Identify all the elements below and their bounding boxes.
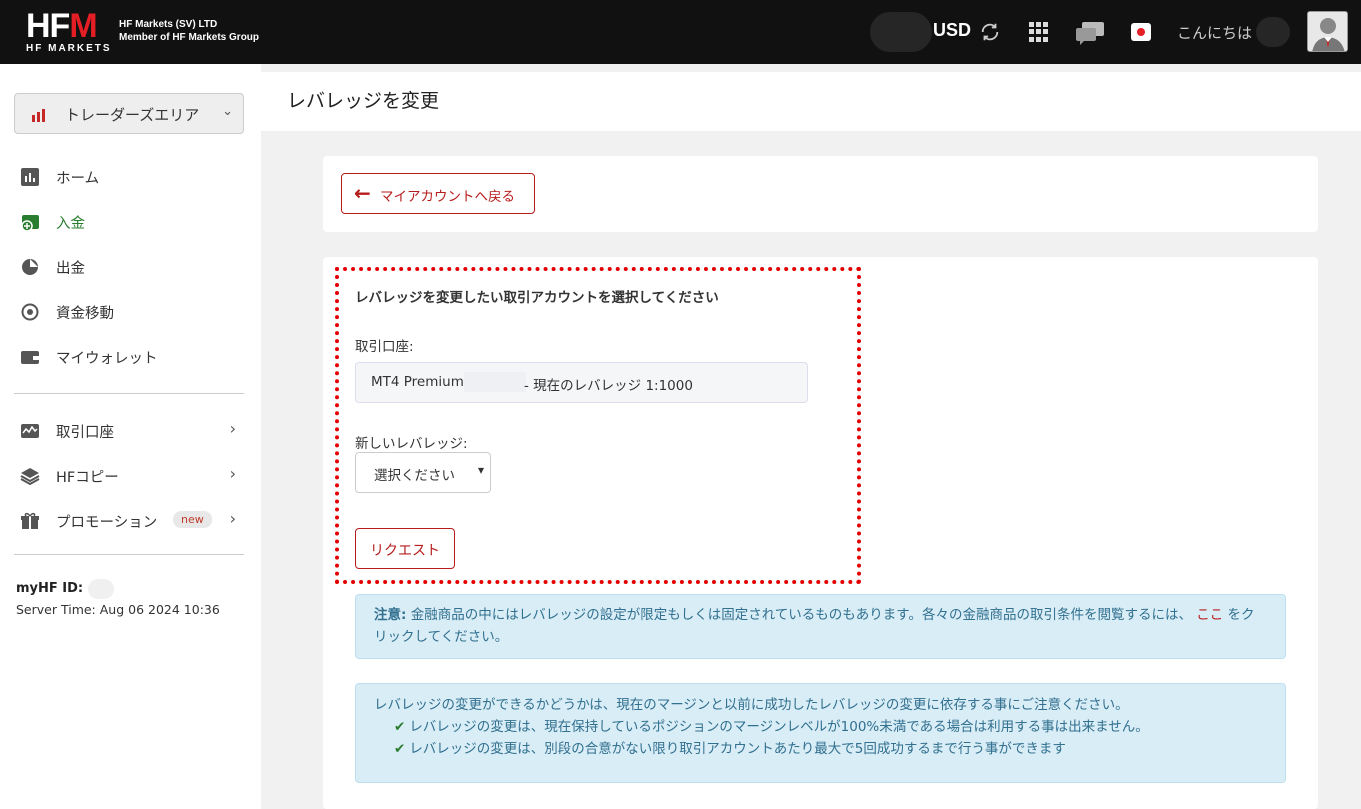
sidebar-divider <box>14 554 244 555</box>
company-info: HF Markets (SV) LTD Member of HF Markets… <box>119 18 259 44</box>
back-button-label: マイアカウントへ戻る <box>380 189 515 205</box>
arrow-left-icon: ← <box>354 181 371 205</box>
leverage-note: 注意: 金融商品の中にはレバレッジの設定が限定もしくは固定されているものもありま… <box>355 594 1286 659</box>
refresh-icon[interactable] <box>979 21 1001 43</box>
apps-grid-icon[interactable] <box>1029 22 1049 42</box>
chat-icon[interactable] <box>1074 20 1106 46</box>
sidebar-item-transfer[interactable]: 資金移動 <box>20 299 244 325</box>
avatar[interactable] <box>1307 11 1348 52</box>
account-field-label: 取引口座: <box>355 339 414 355</box>
sidebar-item-label: 出金 <box>56 261 85 277</box>
myhf-id-label: myHF ID: <box>16 581 84 596</box>
balance-blurred <box>870 12 932 52</box>
sidebar-item-label: プロモーション <box>56 515 158 531</box>
greeting-text: こんにちは <box>1177 24 1253 42</box>
sidebar-item-label: 取引口座 <box>56 425 114 441</box>
company-line2: Member of HF Markets Group <box>119 32 260 43</box>
account-number-masked <box>464 372 526 392</box>
account-field[interactable]: MT4 Premium: - 現在のレバレッジ 1:1000 <box>355 362 808 403</box>
note-bold: 注意: <box>374 607 407 623</box>
check-icon: ✔ <box>394 741 406 757</box>
leverage-select[interactable]: 選択ください ▾ <box>355 452 491 493</box>
condition-text: レバレッジの変更は、現在保持しているポジションのマージンレベルが100%未満であ… <box>409 719 1149 735</box>
condition-text: レバレッジの変更は、別段の合意がない限り取引アカウントあたり最大で5回成功するま… <box>409 741 1066 757</box>
back-card: ← マイアカウントへ戻る <box>323 156 1318 232</box>
new-badge: new <box>173 511 212 528</box>
logo-text: HFM <box>26 7 98 45</box>
chevron-right-icon: › <box>229 464 236 483</box>
traders-area-dropdown[interactable]: トレーダーズエリア ⌄ <box>14 93 244 134</box>
top-bar: HFM HF MARKETS HF Markets (SV) LTD Membe… <box>0 0 1361 64</box>
form-title: レバレッジを変更したい取引アカウントを選択してください <box>355 290 719 306</box>
trading-chart-icon <box>21 424 39 438</box>
chevron-right-icon: › <box>229 509 236 528</box>
sidebar-item-label: 資金移動 <box>56 306 114 322</box>
username-blurred <box>1256 17 1290 47</box>
sidebar-item-deposit[interactable]: 入金 <box>20 209 244 235</box>
back-to-account-button[interactable]: ← マイアカウントへ戻る <box>341 173 535 214</box>
conditions-intro: レバレッジの変更ができるかどうかは、現在のマージンと以前に成功したレバレッジの変… <box>374 697 1129 713</box>
withdraw-icon <box>22 259 38 275</box>
sidebar-item-label: 入金 <box>56 216 85 232</box>
chevron-right-icon: › <box>229 419 236 438</box>
here-link[interactable]: ここ <box>1196 607 1223 623</box>
list-item: ✔ レバレッジの変更は、別段の合意がない限り取引アカウントあたり最大で5回成功する… <box>374 738 1267 760</box>
leverage-select-value: 選択ください <box>374 468 455 484</box>
account-leverage-text: - 現在のレバレッジ 1:1000 <box>524 378 693 394</box>
sidebar-item-promotions[interactable]: プロモーション new › <box>20 508 244 534</box>
transfer-icon <box>21 303 39 321</box>
chevron-down-icon: ⌄ <box>222 104 233 119</box>
request-button[interactable]: リクエスト <box>355 528 455 569</box>
chart-bars-icon <box>32 109 45 122</box>
page-header: レバレッジを変更 <box>261 72 1361 131</box>
currency-label[interactable]: USD <box>933 20 971 41</box>
server-time: Server Time: Aug 06 2024 10:36 <box>16 602 220 617</box>
request-button-label: リクエスト <box>370 543 440 559</box>
list-item: ✔ レバレッジの変更は、現在保持しているポジションのマージンレベルが100%未満で… <box>374 716 1267 738</box>
sidebar-item-wallet[interactable]: マイウォレット <box>20 344 244 370</box>
wallet-icon <box>21 351 39 364</box>
hfm-logo[interactable]: HFM HF MARKETS <box>26 7 112 54</box>
chevron-down-icon: ▾ <box>477 463 484 477</box>
page-title: レバレッジを変更 <box>287 90 440 112</box>
check-icon: ✔ <box>394 719 406 735</box>
sidebar-item-home[interactable]: ホーム <box>20 164 244 190</box>
sidebar-item-withdraw[interactable]: 出金 <box>20 254 244 280</box>
sidebar-item-hf-copy[interactable]: HFコピー › <box>20 463 244 489</box>
company-line1: HF Markets (SV) LTD <box>119 19 218 30</box>
sidebar-item-trading-accounts[interactable]: 取引口座 › <box>20 418 244 444</box>
logo-subtitle: HF MARKETS <box>26 43 112 54</box>
account-prefix: MT4 Premium: <box>371 374 469 390</box>
traders-area-label: トレーダーズエリア <box>65 106 200 124</box>
dashboard-icon <box>21 168 39 186</box>
sidebar-item-label: HFコピー <box>56 470 119 486</box>
sidebar: トレーダーズエリア ⌄ ホーム 入金 出金 資金移動 マイウォレット 取引口座 … <box>0 64 261 809</box>
myhf-id-blurred <box>88 579 114 599</box>
new-leverage-label: 新しいレバレッジ: <box>355 436 468 452</box>
sidebar-item-label: マイウォレット <box>56 351 158 367</box>
leverage-conditions-note: レバレッジの変更ができるかどうかは、現在のマージンと以前に成功したレバレッジの変… <box>355 683 1286 783</box>
sidebar-item-label: ホーム <box>56 171 100 187</box>
deposit-wallet-icon <box>21 215 39 232</box>
sidebar-divider <box>14 393 244 394</box>
japan-flag-icon[interactable] <box>1131 23 1151 41</box>
layers-icon <box>20 468 40 486</box>
gift-icon <box>21 512 39 529</box>
note-text: 金融商品の中にはレバレッジの設定が限定もしくは固定されているものもあります。各々… <box>410 607 1192 623</box>
